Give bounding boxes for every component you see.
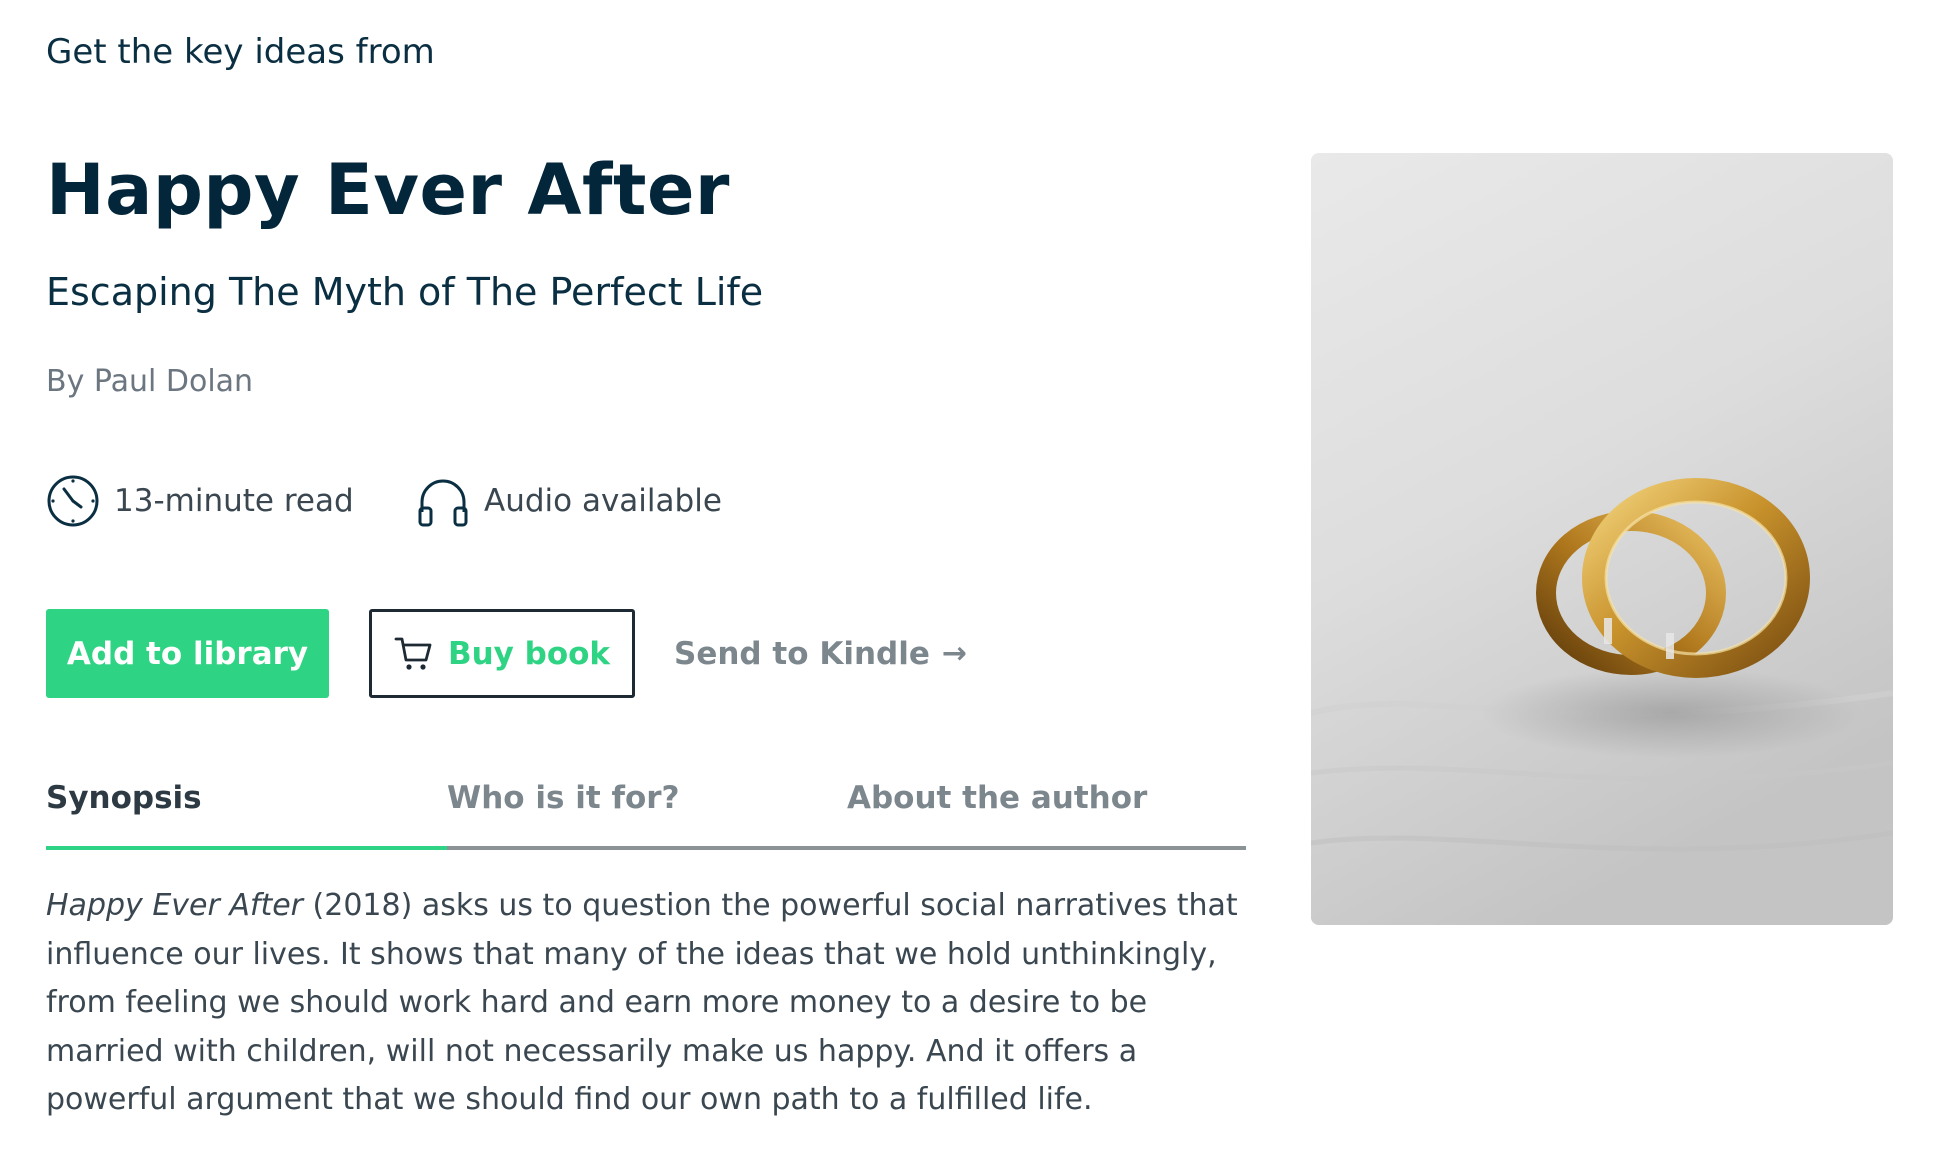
synopsis-book-title: Happy Ever After <box>46 888 303 923</box>
book-subtitle: Escaping The Myth of The Perfect Life <box>46 270 764 314</box>
tab-about-the-author[interactable]: About the author <box>847 770 1147 826</box>
buy-book-button[interactable]: Buy book <box>369 609 635 698</box>
book-title: Happy Ever After <box>46 149 730 231</box>
read-time-meta: 13-minute read <box>46 474 354 528</box>
clock-icon <box>46 474 100 528</box>
tab-who-is-it-for[interactable]: Who is it for? <box>447 770 680 826</box>
arrow-right-icon: → <box>941 636 968 671</box>
tab-synopsis[interactable]: Synopsis <box>46 770 202 826</box>
cart-icon <box>394 634 434 674</box>
active-tab-indicator <box>46 846 447 850</box>
book-cover-image <box>1311 153 1893 925</box>
audio-meta: Audio available <box>416 474 722 528</box>
buy-book-label: Buy book <box>447 635 611 672</box>
eyebrow-text: Get the key ideas from <box>46 32 435 72</box>
tab-bar: Synopsis Who is it for? About the author <box>46 770 1246 850</box>
book-author: By Paul Dolan <box>46 364 254 399</box>
headphones-icon <box>416 474 470 528</box>
wedding-rings-illustration <box>1311 153 1893 925</box>
add-to-library-button[interactable]: Add to library <box>46 609 329 698</box>
send-to-kindle-link[interactable]: Send to Kindle → <box>674 609 967 698</box>
read-time-label: 13-minute read <box>114 483 354 519</box>
synopsis-text: Happy Ever After (2018) asks us to quest… <box>46 882 1246 1125</box>
audio-label: Audio available <box>484 483 722 519</box>
send-to-kindle-label: Send to Kindle <box>674 635 930 672</box>
